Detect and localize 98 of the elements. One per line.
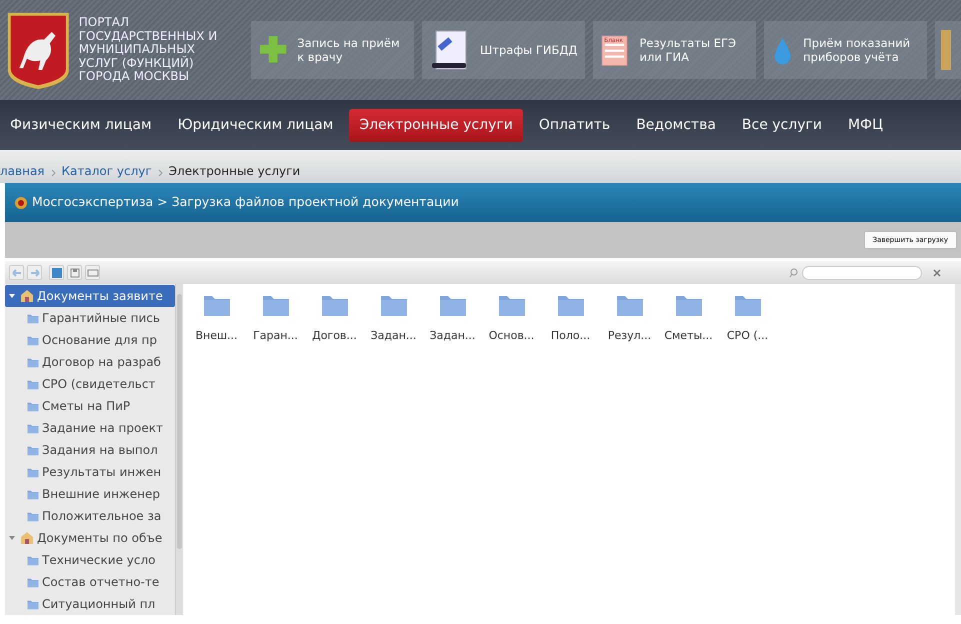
house-icon [19, 531, 34, 545]
folder-icon [27, 576, 39, 588]
nav-tab[interactable]: Все услуги [732, 108, 832, 142]
quick-link-tile[interactable]: Запись на приём к врачу [251, 21, 414, 79]
tree-node[interactable]: Внешние инженер [5, 483, 175, 505]
tree-node[interactable]: Документы по объе [5, 527, 175, 549]
tree-node[interactable]: Результаты инжен [5, 461, 175, 483]
folder-label: Гаран... [253, 328, 298, 344]
folder-icon [27, 554, 39, 566]
portal-title: ПОРТАЛ ГОСУДАРСТВЕННЫХ И МУНИЦИПАЛЬНЫХ УСЛУГ (ФУНКЦИЙ) ГОРОДА МОСКВЫ [78, 16, 218, 84]
folder-icon [27, 598, 39, 610]
tree-node-label: Задания на выпол [42, 442, 158, 459]
tree-node-label: Положительное за [42, 508, 162, 525]
folder-item[interactable]: Поло... [541, 292, 600, 344]
forward-icon [28, 266, 40, 278]
tree-node-label: Гарантийные пись [42, 310, 160, 327]
tree-node-label: Основание для пр [42, 332, 157, 349]
tree-node[interactable]: Состав отчетно-те [5, 571, 175, 593]
scrollbar-thumb[interactable] [177, 294, 182, 549]
tree-node-label: Задание на проект [42, 420, 163, 437]
chevron-icon [50, 169, 56, 177]
quick-link-tile[interactable]: Приём показаний приборов учёта [764, 21, 927, 79]
tree-node-label: СРО (свидетельст [42, 376, 156, 393]
tree-node[interactable]: Основание для пр [5, 329, 175, 351]
nav-tab[interactable]: Ведомства [626, 108, 726, 142]
folder-icon [27, 334, 39, 346]
back-icon [10, 266, 22, 278]
chevron-icon [158, 169, 163, 177]
house-icon [19, 289, 34, 303]
folder-item[interactable]: Основ... [482, 292, 541, 344]
folder-label: Сметы... [664, 328, 713, 344]
breadcrumb-current: Электронные услуги [168, 163, 300, 180]
quick-link-label: Результаты ЕГЭ или ГИА [640, 36, 738, 64]
folder-item[interactable]: Догов... [305, 292, 364, 344]
folder-label: Поло... [550, 328, 590, 344]
folder-icon [27, 312, 39, 324]
tree-node-label: Документы по объе [37, 530, 162, 547]
tree-node-label: Состав отчетно-те [42, 574, 160, 591]
view-icon [86, 266, 98, 278]
quick-link-tile[interactable]: Штрафы ГИБДД [422, 21, 585, 79]
breadcrumb-link[interactable]: Каталог услуг [62, 162, 152, 180]
window-title: Мосгосэкспертиза > Загрузка файлов проектной документации [32, 193, 459, 212]
folder-icon [27, 510, 39, 522]
tree-node-label: Договор на разраб [42, 354, 161, 371]
tree-node[interactable]: Договор на разраб [5, 351, 175, 373]
tree-node[interactable]: СРО (свидетельст [5, 373, 175, 395]
folder-icon [27, 400, 39, 412]
quick-link-label: Запись на приём к врачу [297, 36, 401, 64]
folder-icon [27, 444, 39, 456]
folder-icon [27, 466, 39, 478]
search-icon [789, 268, 799, 278]
breadcrumb-link[interactable]: лавная [0, 162, 45, 180]
folder-item[interactable]: Внеш... [187, 292, 246, 344]
folder-item[interactable]: Резул... [600, 292, 659, 344]
folder-item[interactable]: Гаран... [246, 292, 305, 344]
nav-tab[interactable]: Юридическим лицам [168, 108, 344, 142]
folder-icon [27, 378, 39, 390]
quick-link-label: Приём показаний приборов учёта [803, 36, 912, 64]
tree-node[interactable]: Гарантийные пись [5, 307, 175, 329]
tree-node-label: Документы заявите [37, 288, 163, 305]
folder-item[interactable]: Задан... [364, 292, 423, 344]
folder-icon [27, 488, 39, 500]
nav-tab[interactable]: Оплатить [528, 108, 620, 142]
nav-tab[interactable]: Электронные услуги [349, 108, 523, 142]
save-icon [68, 266, 80, 278]
clear-icon [933, 268, 941, 276]
folder-item[interactable]: Задан... [423, 292, 482, 344]
folder-label: Внеш... [195, 328, 238, 344]
tree-node-label: Результаты инжен [42, 464, 162, 481]
tree-node[interactable]: Сметы на ПиР [5, 395, 175, 417]
tree-node-label: Внешние инженер [42, 486, 160, 503]
tree-node[interactable]: Положительное за [5, 505, 175, 527]
search-field[interactable] [802, 266, 922, 280]
tile-icon [941, 30, 951, 70]
folder-label: Основ... [488, 328, 534, 344]
nav-tab[interactable]: МФЦ [838, 108, 893, 142]
folder-icon [27, 422, 39, 434]
folder-label: Задан... [370, 328, 416, 344]
folder-label: СРО (... [726, 328, 768, 344]
emblem-icon [15, 196, 27, 208]
tree-node[interactable]: Задания на выпол [5, 439, 175, 461]
nav-tab[interactable]: Физическим лицам [0, 108, 162, 142]
tree-node-label: Технические усло [42, 552, 156, 569]
folder-label: Резул... [608, 328, 652, 344]
tree-node-label: Сметы на ПиР [42, 398, 130, 415]
tree-node[interactable]: Технические усло [5, 549, 175, 571]
folder-label: Задан... [430, 328, 476, 344]
quick-link-label: Штрафы ГИБДД [480, 43, 578, 57]
folder-item[interactable]: СРО (... [718, 292, 777, 344]
tree-node[interactable]: Ситуационный пл [5, 593, 175, 615]
folder-item[interactable]: Сметы... [659, 292, 718, 344]
folder-label: Догов... [312, 328, 357, 344]
tree-node[interactable]: Документы заявите [5, 285, 175, 307]
folder-icon [27, 356, 39, 368]
tree-node-label: Ситуационный пл [42, 596, 156, 613]
tree-node[interactable]: Задание на проект [5, 417, 175, 439]
expand-arrow-icon [8, 534, 16, 542]
expand-arrow-icon [8, 292, 16, 300]
